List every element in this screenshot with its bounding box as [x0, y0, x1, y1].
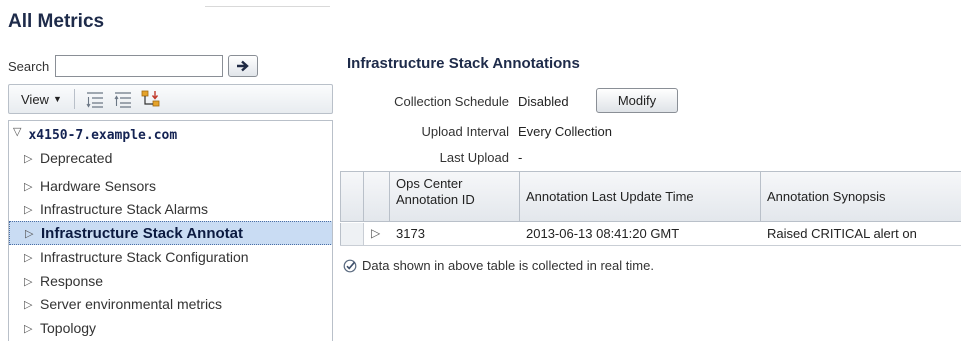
collection-schedule-label: Collection Schedule: [394, 94, 509, 109]
collapse-all-icon[interactable]: [112, 89, 134, 109]
toolbar-separator: [73, 89, 75, 109]
top-divider: [205, 6, 330, 7]
view-menu[interactable]: View ▼: [21, 92, 62, 107]
tree-item-label: Hardware Sensors: [40, 178, 156, 194]
tree-item-hardware-sensors[interactable]: ▷ Hardware Sensors: [9, 174, 332, 198]
tree-item-label: Server environmental metrics: [40, 296, 223, 312]
annotations-table: Ops Center Annotation ID Annotation Last…: [340, 171, 961, 247]
row-expand-icon[interactable]: ▷: [371, 226, 380, 240]
column-header-label: Annotation Last Update Time: [526, 189, 694, 204]
collection-schedule-value: Disabled: [518, 94, 569, 109]
tree-item-label: Topology: [40, 320, 97, 336]
modify-button[interactable]: Modify: [596, 88, 678, 113]
search-input[interactable]: [55, 55, 224, 77]
search-label: Search: [8, 58, 50, 74]
section-title: Infrastructure Stack Annotations: [347, 55, 580, 72]
tree-item-stack-alarms[interactable]: ▷ Infrastructure Stack Alarms: [9, 197, 332, 221]
caret-down-icon: ▼: [52, 94, 62, 104]
expand-column-header: [364, 171, 390, 222]
hierarchy-icon[interactable]: [140, 89, 162, 109]
tree-item-label: Response: [40, 273, 104, 289]
column-header-label: Annotation Synopsis: [767, 189, 886, 204]
annotation-id-cell: 3173: [396, 226, 425, 241]
row-header-cell: [340, 171, 364, 222]
arrow-right-icon: [237, 60, 249, 72]
tree-item-stack-configuration[interactable]: ▷ Infrastructure Stack Configuration: [9, 245, 332, 269]
search-row: Search: [8, 55, 259, 77]
table-row[interactable]: ▷ 3173 2013-06-13 08:41:20 GMT Raised CR…: [340, 223, 961, 246]
last-upload-label: Last Upload: [439, 150, 509, 165]
tree-item-deprecated[interactable]: ▷ Deprecated: [9, 146, 332, 170]
tree-item-topology[interactable]: ▷ Topology: [9, 316, 332, 340]
tree-item-response[interactable]: ▷ Response: [9, 269, 332, 293]
last-update-cell: 2013-06-13 08:41:20 GMT: [526, 226, 680, 241]
tree-root[interactable]: ▽ x4150-7.example.com: [13, 126, 178, 143]
page-title: All Metrics: [8, 11, 105, 32]
expanded-triangle-icon: ▽: [13, 126, 22, 138]
upload-interval-value: Every Collection: [518, 124, 612, 139]
collapsed-triangle-icon: ▷: [24, 152, 33, 165]
column-header-last-update[interactable]: Annotation Last Update Time: [520, 171, 761, 222]
check-circle-icon: [343, 259, 357, 273]
collapsed-triangle-icon: ▷: [24, 251, 33, 264]
expand-all-icon[interactable]: [84, 89, 106, 109]
tree-root-label: x4150-7.example.com: [28, 128, 178, 143]
collapsed-triangle-icon: ▷: [24, 180, 33, 193]
collapsed-triangle-icon: ▷: [24, 275, 33, 288]
collapsed-triangle-icon: ▷: [24, 203, 33, 216]
collapsed-triangle-icon: ▷: [24, 298, 33, 311]
realtime-note: Data shown in above table is collected i…: [343, 258, 654, 273]
tree-item-label: Infrastructure Stack Alarms: [40, 201, 209, 217]
tree-item-label: Infrastructure Stack Configuration: [40, 249, 249, 265]
realtime-note-text: Data shown in above table is collected i…: [362, 258, 654, 273]
synopsis-cell: Raised CRITICAL alert on: [767, 226, 917, 241]
upload-interval-label: Upload Interval: [421, 124, 509, 139]
search-go-button[interactable]: [228, 55, 259, 77]
column-header-synopsis[interactable]: Annotation Synopsis: [761, 171, 961, 222]
tree-item-stack-annotations[interactable]: ▷ Infrastructure Stack Annotat: [9, 221, 332, 245]
tree-item-environmental-metrics[interactable]: ▷ Server environmental metrics: [9, 292, 332, 316]
row-selector-cell: [340, 223, 364, 245]
tree-toolbar: View ▼: [8, 84, 333, 114]
view-menu-label: View: [21, 91, 49, 107]
column-header-annotation-id[interactable]: Ops Center Annotation ID: [390, 171, 520, 222]
tree-item-label: Deprecated: [40, 150, 113, 166]
last-upload-value: -: [518, 150, 523, 165]
tree-item-label: Infrastructure Stack Annotat: [41, 224, 243, 242]
column-header-label: Ops Center Annotation ID: [396, 176, 475, 207]
metrics-tree: ▽ x4150-7.example.com ▷ Deprecated ▷ Har…: [8, 120, 333, 341]
collapsed-triangle-icon: ▷: [24, 322, 33, 335]
collapsed-triangle-icon: ▷: [25, 227, 34, 240]
